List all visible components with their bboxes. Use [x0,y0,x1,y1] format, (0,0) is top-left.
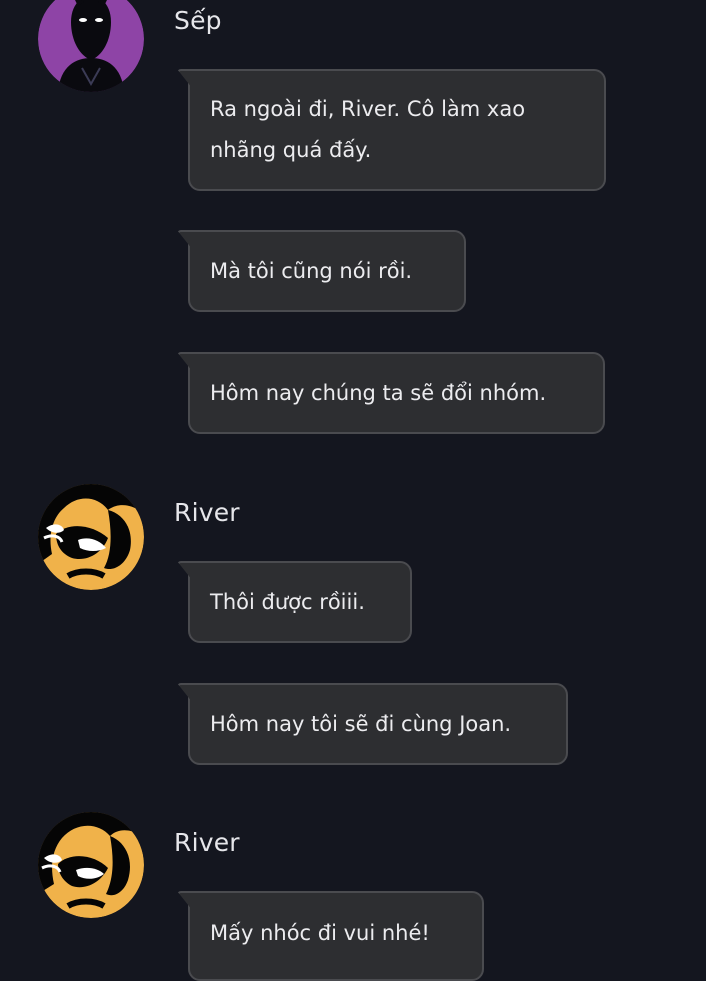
sender-name: River [174,498,240,527]
bubble-tail [177,891,203,909]
message-text: Ra ngoài đi, River. Cô làm xao nhãng quá… [210,97,526,162]
boss-silhouette-icon [38,0,144,92]
avatar-river[interactable] [38,812,144,918]
avatar-river[interactable] [38,484,144,590]
message-bubble[interactable]: Thôi được rồiii. [177,561,412,643]
bubble-tail [177,352,203,370]
message-text: Hôm nay chúng ta sẽ đổi nhóm. [210,380,547,405]
river-avatar-icon [38,812,144,918]
message-text: Hôm nay tôi sẽ đi cùng Joan. [210,711,512,736]
message-bubble[interactable]: Hôm nay chúng ta sẽ đổi nhóm. [177,352,605,434]
bubble-tail [177,230,203,248]
message-text: Mấy nhóc đi vui nhé! [210,920,430,945]
message-bubble[interactable]: Mấy nhóc đi vui nhé! [177,891,484,981]
message-text: Mà tôi cũng nói rồi. [210,258,413,283]
message-bubble[interactable]: Mà tôi cũng nói rồi. [177,230,466,312]
avatar-sep[interactable] [38,0,144,92]
river-avatar-icon [38,484,144,590]
sender-name: Sếp [174,6,222,35]
message-text: Thôi được rồiii. [210,589,365,614]
bubble-tail [177,561,203,579]
sender-name: River [174,828,240,857]
bubble-tail [177,683,203,701]
bubble-tail [177,69,203,87]
message-bubble[interactable]: Ra ngoài đi, River. Cô làm xao nhãng quá… [177,69,606,191]
message-bubble[interactable]: Hôm nay tôi sẽ đi cùng Joan. [177,683,568,765]
